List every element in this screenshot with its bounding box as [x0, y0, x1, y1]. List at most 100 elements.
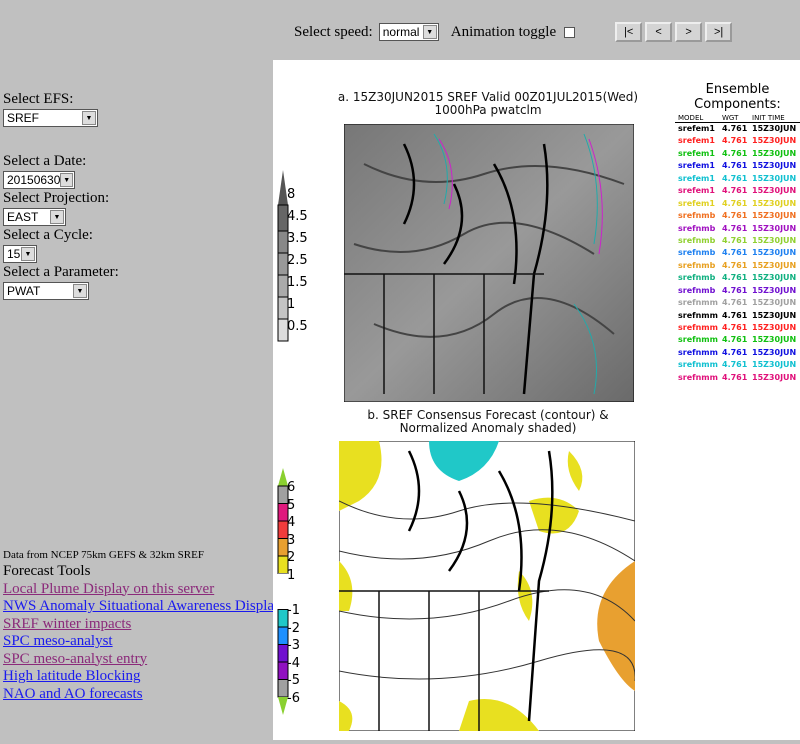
colorbar-label: 1: [287, 297, 296, 312]
col-wgt: WGT: [722, 114, 739, 122]
animation-toggle-checkbox[interactable]: [564, 26, 576, 38]
ensemble-row: srefem1 4.761 15Z30JUN: [675, 123, 800, 135]
map-a-colorbar-labels: 8 4.5 3.5 2.5 1.5 1 0.5: [287, 184, 308, 338]
dropdown-arrow-icon: ▼: [82, 111, 96, 125]
ensemble-model: srefnmb: [678, 235, 716, 245]
last-frame-button[interactable]: >|: [705, 22, 733, 42]
ensemble-init: 15Z30JUN: [752, 198, 797, 208]
ensemble-init: 15Z30JUN: [752, 372, 797, 382]
ensemble-row: srefnmm 4.761 15Z30JUN: [675, 322, 800, 334]
animation-toggle-label: Animation toggle: [450, 23, 557, 40]
date-select[interactable]: 20150630 ▼: [3, 171, 75, 189]
ensemble-init: 15Z30JUN: [752, 136, 797, 146]
ensemble-init: 15Z30JUN: [752, 285, 797, 295]
parameter-select[interactable]: PWAT ▼: [3, 282, 89, 300]
ensemble-wgt: 4.761: [722, 323, 748, 332]
ensemble-row: srefem1 4.761 15Z30JUN: [675, 173, 800, 185]
cycle-value: 15: [7, 247, 21, 261]
colorbar-label: 2: [287, 550, 296, 565]
link-nao-ao[interactable]: NAO and AO forecasts: [3, 686, 287, 704]
map-a-pwat: [344, 124, 634, 402]
forecast-tools: Data from NCEP 75km GEFS & 32km SREF For…: [3, 548, 287, 703]
ensemble-model: srefnmm: [678, 310, 718, 320]
ensemble-model: srefem1: [678, 124, 715, 133]
dropdown-arrow-icon: ▼: [422, 25, 437, 39]
data-source-note: Data from NCEP 75km GEFS & 32km SREF: [3, 549, 204, 561]
dropdown-arrow-icon: ▼: [60, 173, 73, 187]
projection-label: Select Projection:: [3, 190, 110, 206]
ensemble-row: srefnmb 4.761 15Z30JUN: [675, 235, 800, 247]
dropdown-arrow-icon: ▼: [21, 247, 35, 261]
link-nws-anomaly[interactable]: NWS Anomaly Situational Awareness Displa…: [3, 598, 287, 616]
ensemble-model: srefnmm: [678, 323, 718, 332]
map-b-colorbar-labels: 6 5 4 3 2 1 -1 -2 -3 -4 -5 -6: [287, 479, 300, 707]
ensemble-model: srefnmm: [678, 298, 718, 308]
ensemble-wgt: 4.761: [722, 124, 748, 133]
colorbar-label: -5: [287, 673, 300, 688]
colorbar-label: 4: [287, 515, 296, 530]
ensemble-wgt: 4.761: [722, 211, 748, 221]
ensemble-wgt: 4.761: [722, 235, 748, 245]
ensemble-wgt: 4.761: [722, 285, 748, 295]
next-frame-button[interactable]: >: [675, 22, 703, 42]
ensemble-wgt: 4.761: [722, 310, 748, 320]
colorbar-label: 0.5: [287, 319, 308, 334]
ensemble-row: srefnmm 4.761 15Z30JUN: [675, 334, 800, 346]
efs-select[interactable]: SREF ▼: [3, 109, 98, 127]
colorbar-label: 8: [287, 187, 296, 202]
colorbar-label: 2.5: [287, 253, 308, 268]
colorbar-label: 1: [287, 567, 296, 583]
speed-label: Select speed:: [294, 23, 373, 40]
ensemble-wgt: 4.761: [722, 335, 748, 345]
ensemble-row: srefem1 4.761 15Z30JUN: [675, 198, 800, 210]
ensemble-row: srefnmm 4.761 15Z30JUN: [675, 372, 800, 384]
ensemble-model: srefem1: [678, 148, 715, 158]
ensemble-model: srefem1: [678, 136, 715, 146]
ensemble-init: 15Z30JUN: [752, 161, 797, 171]
link-spc-meso[interactable]: SPC meso-analyst: [3, 633, 287, 651]
efs-value: SREF: [7, 111, 40, 125]
first-frame-button[interactable]: |<: [615, 22, 643, 42]
ensemble-model: srefnmm: [678, 360, 718, 370]
dropdown-arrow-icon: ▼: [73, 284, 87, 298]
efs-label: Select EFS:: [3, 91, 74, 107]
ensemble-model: srefnmb: [678, 211, 716, 221]
ensemble-row: srefnmb 4.761 15Z30JUN: [675, 272, 800, 284]
link-spc-meso-entry[interactable]: SPC meso-analyst entry: [3, 651, 287, 669]
speed-value: normal: [382, 25, 420, 39]
ensemble-row: srefem1 4.761 15Z30JUN: [675, 135, 800, 147]
link-local-plume[interactable]: Local Plume Display on this server: [3, 581, 287, 599]
link-sref-winter[interactable]: SREF winter impacts: [3, 616, 287, 634]
animation-controls: Select speed: normal ▼ Animation toggle |…: [294, 22, 735, 42]
ensemble-model: srefnmb: [678, 285, 716, 295]
ensemble-model: srefem1: [678, 198, 715, 208]
ensemble-row: srefnmb 4.761 15Z30JUN: [675, 223, 800, 235]
ensemble-init: 15Z30JUN: [752, 186, 797, 196]
ensemble-init: 15Z30JUN: [752, 310, 797, 320]
ensemble-init: 15Z30JUN: [752, 173, 797, 183]
cycle-select[interactable]: 15 ▼: [3, 245, 37, 263]
ensemble-model: srefnmb: [678, 248, 716, 258]
ensemble-model: srefnmb: [678, 223, 716, 233]
colorbar-label: -4: [287, 655, 300, 671]
projection-select[interactable]: EAST ▼: [3, 208, 66, 226]
ensemble-model: srefnmb: [678, 260, 716, 270]
ensemble-row: srefem1 4.761 15Z30JUN: [675, 160, 800, 172]
map-a-title: a. 15Z30JUN2015 SREF Valid 00Z01JUL2015(…: [333, 91, 643, 117]
ensemble-init: 15Z30JUN: [752, 298, 797, 308]
ensemble-wgt: 4.761: [722, 148, 748, 158]
map-b-anomaly: [339, 441, 635, 731]
speed-select[interactable]: normal ▼: [378, 23, 439, 41]
ensemble-wgt: 4.761: [722, 223, 748, 233]
link-high-lat-blocking[interactable]: High latitude Blocking: [3, 668, 287, 686]
colorbar-label: -1: [287, 603, 300, 618]
map-b-title: b. SREF Consensus Forecast (contour) & No…: [333, 409, 643, 435]
col-model: MODEL: [678, 114, 704, 122]
previous-frame-button[interactable]: <: [645, 22, 673, 42]
col-init: INIT TIME: [752, 114, 785, 122]
ensemble-heading-2: Components:: [694, 97, 781, 112]
ensemble-model: srefnmm: [678, 347, 718, 357]
ensemble-init: 15Z30JUN: [752, 148, 797, 158]
ensemble-model: srefem1: [678, 173, 715, 183]
date-value: 20150630: [7, 173, 61, 187]
